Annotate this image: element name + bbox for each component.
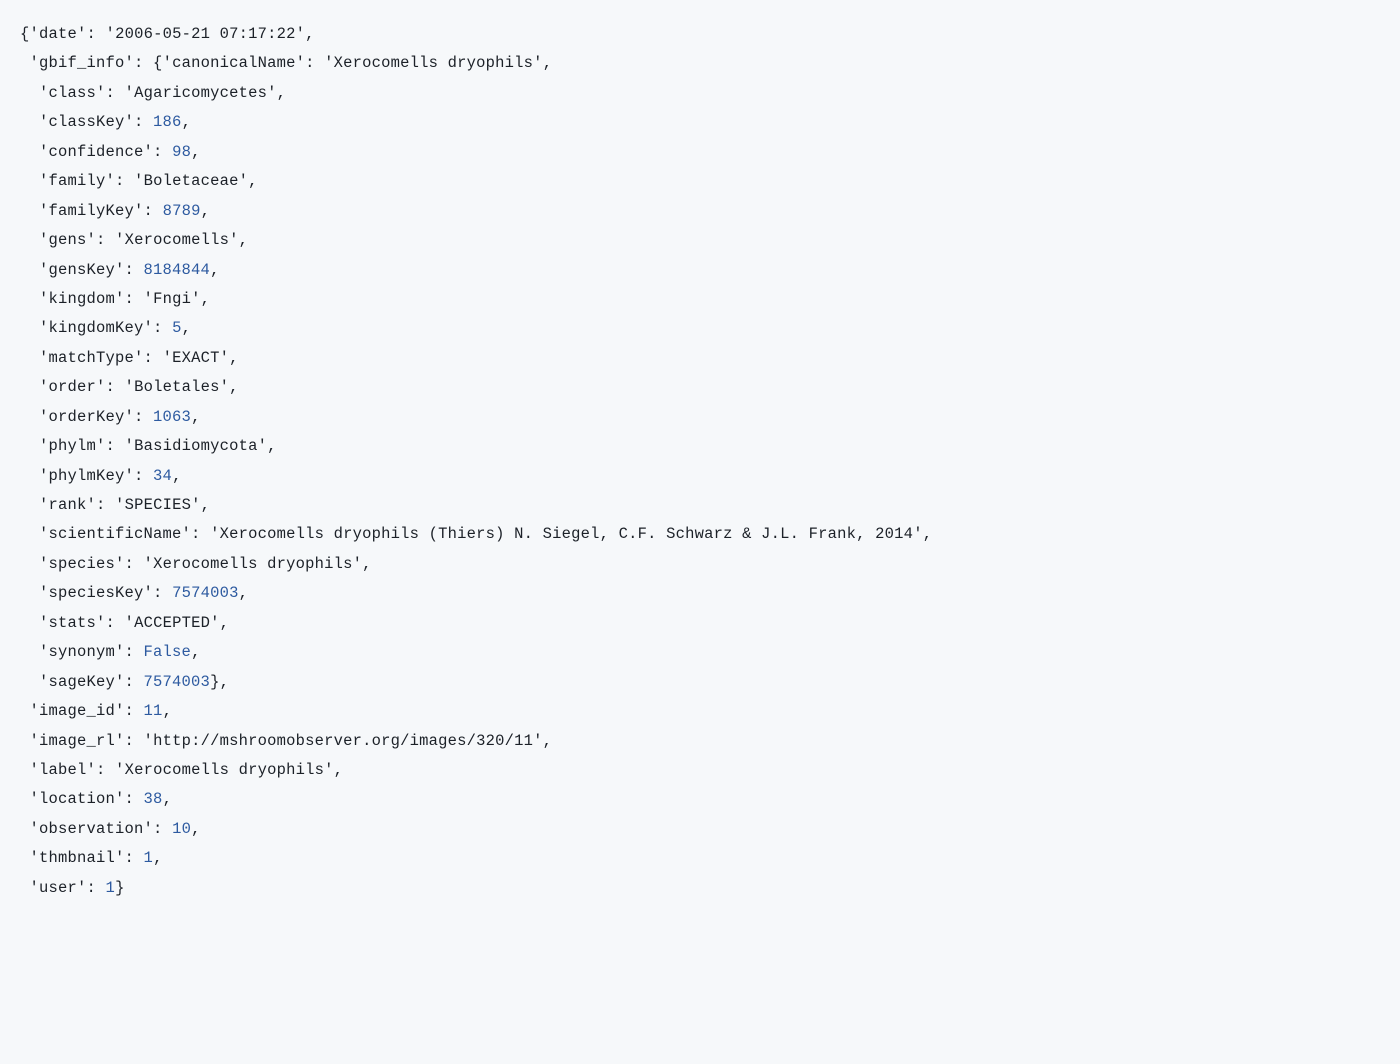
code-output: {'date': '2006-05-21 07:17:22', 'gbif_in…	[20, 20, 1380, 903]
value-phylmKey: 34	[153, 467, 172, 485]
value-image-id: 11	[144, 702, 163, 720]
value-orderKey: 1063	[153, 408, 191, 426]
value-species: Xerocomells dryophils	[153, 555, 353, 573]
value-class: Agaricomycetes	[134, 84, 267, 102]
value-kingdomKey: 5	[172, 319, 182, 337]
value-canonicalName: Xerocomells dryophils	[334, 54, 534, 72]
value-observation: 10	[172, 820, 191, 838]
value-label: Xerocomells dryophils	[125, 761, 325, 779]
value-gens: Xerocomells	[125, 231, 230, 249]
value-thmbnail: 1	[144, 849, 154, 867]
value-kingdom: Fngi	[153, 290, 191, 308]
value-speciesKey: 7574003	[172, 584, 239, 602]
value-stats: ACCEPTED	[134, 614, 210, 632]
value-location: 38	[144, 790, 163, 808]
value-matchType: EXACT	[172, 349, 220, 367]
value-phylm: Basidiomycota	[134, 437, 258, 455]
value-image-rl: http://mshroomobserver.org/images/320/11	[153, 732, 533, 750]
value-familyKey: 8789	[163, 202, 201, 220]
value-date: 2006-05-21 07:17:22	[115, 25, 296, 43]
value-scientificName: Xerocomells dryophils (Thiers) N. Siegel…	[220, 525, 914, 543]
value-classKey: 186	[153, 113, 182, 131]
value-order: Boletales	[134, 378, 220, 396]
value-confidence: 98	[172, 143, 191, 161]
value-user: 1	[106, 879, 116, 897]
value-family: Boletaceae	[144, 172, 239, 190]
value-gensKey: 8184844	[144, 261, 211, 279]
value-sageKey: 7574003	[144, 673, 211, 691]
value-synonym: False	[144, 643, 192, 661]
value-rank: SPECIES	[125, 496, 192, 514]
